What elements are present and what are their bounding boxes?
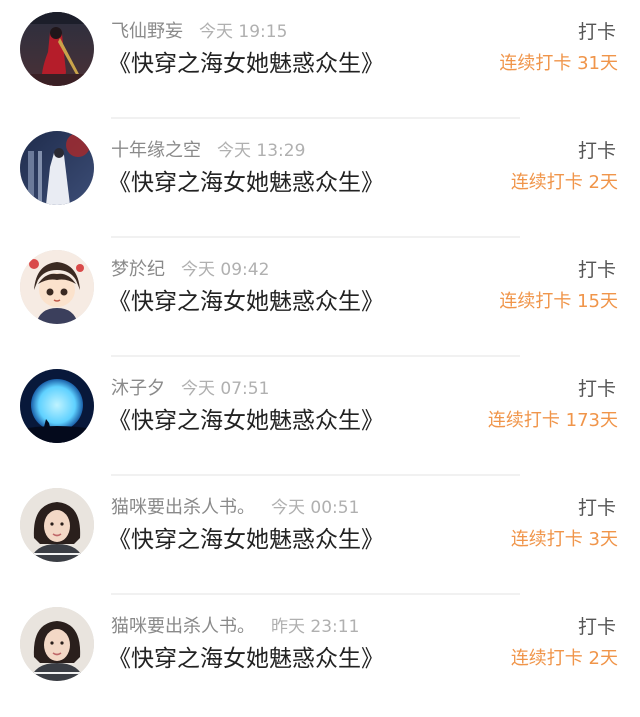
checkin-list: 飞仙野妄 今天 19:15 《快穿之海女她魅惑众生》 打卡 连续打卡 31天 十… [0,0,640,717]
avatar-girl-photo-icon[interactable] [20,488,94,562]
avatar-red-robed-figure-icon[interactable] [20,12,94,86]
streak-count: 连续打卡 173天 [487,410,618,431]
checkin-time: 今天 19:15 [199,22,288,42]
user-name[interactable]: 十年缘之空 [111,140,201,161]
checkin-label: 打卡 [577,616,616,638]
book-title[interactable]: 《快穿之海女她魅惑众生》 [108,49,384,79]
book-title[interactable]: 《快穿之海女她魅惑众生》 [108,644,384,674]
checkin-time: 今天 07:51 [181,379,270,399]
checkin-time: 昨天 23:11 [271,617,360,637]
checkin-time: 今天 00:51 [271,498,360,518]
checkin-label: 打卡 [577,259,616,281]
avatar-cartoon-character-icon[interactable] [20,250,94,324]
streak-count: 连续打卡 2天 [510,172,618,193]
user-meta: 猫咪要出杀人书。 昨天 23:11 [111,614,359,640]
checkin-time: 今天 13:29 [217,141,306,161]
avatar-girl-photo-icon[interactable] [20,607,94,681]
avatar-blue-moon-icon[interactable] [20,369,94,443]
checkin-item[interactable]: 飞仙野妄 今天 19:15 《快穿之海女她魅惑众生》 打卡 连续打卡 31天 [0,0,640,119]
avatar-image [20,369,94,443]
book-title[interactable]: 《快穿之海女她魅惑众生》 [108,525,384,555]
user-meta: 沐子夕 今天 07:51 [111,376,269,402]
user-name[interactable]: 猫咪要出杀人书。 [111,616,255,637]
avatar-image [20,488,94,562]
avatar-image [20,607,94,681]
checkin-item[interactable]: 梦於纪 今天 09:42 《快穿之海女她魅惑众生》 打卡 连续打卡 15天 [0,238,640,357]
user-meta: 梦於纪 今天 09:42 [111,257,269,283]
checkin-label: 打卡 [577,140,616,162]
checkin-item[interactable]: 沐子夕 今天 07:51 《快穿之海女她魅惑众生》 打卡 连续打卡 173天 [0,357,640,476]
streak-count: 连续打卡 2天 [510,648,618,669]
checkin-item[interactable]: 猫咪要出杀人书。 今天 00:51 《快穿之海女她魅惑众生》 打卡 连续打卡 3天 [0,476,640,595]
checkin-label: 打卡 [577,378,616,400]
avatar-image [20,250,94,324]
user-name[interactable]: 沐子夕 [111,378,165,399]
user-meta: 飞仙野妄 今天 19:15 [111,19,287,45]
avatar-white-robed-figure-icon[interactable] [20,131,94,205]
checkin-time: 今天 09:42 [181,260,270,280]
book-title[interactable]: 《快穿之海女她魅惑众生》 [108,406,384,436]
checkin-item[interactable]: 猫咪要出杀人书。 昨天 23:11 《快穿之海女她魅惑众生》 打卡 连续打卡 2天 [0,595,640,714]
book-title[interactable]: 《快穿之海女她魅惑众生》 [108,287,384,317]
streak-count: 连续打卡 15天 [499,291,618,312]
checkin-item[interactable]: 十年缘之空 今天 13:29 《快穿之海女她魅惑众生》 打卡 连续打卡 2天 [0,119,640,238]
avatar-image [20,12,94,86]
checkin-label: 打卡 [577,497,616,519]
book-title[interactable]: 《快穿之海女她魅惑众生》 [108,168,384,198]
user-name[interactable]: 飞仙野妄 [111,21,183,42]
streak-count: 连续打卡 3天 [510,529,618,550]
user-meta: 十年缘之空 今天 13:29 [111,138,305,164]
avatar-image [20,131,94,205]
user-name[interactable]: 猫咪要出杀人书。 [111,497,255,518]
checkin-label: 打卡 [577,21,616,43]
streak-count: 连续打卡 31天 [499,53,618,74]
user-name[interactable]: 梦於纪 [111,259,165,280]
user-meta: 猫咪要出杀人书。 今天 00:51 [111,495,359,521]
